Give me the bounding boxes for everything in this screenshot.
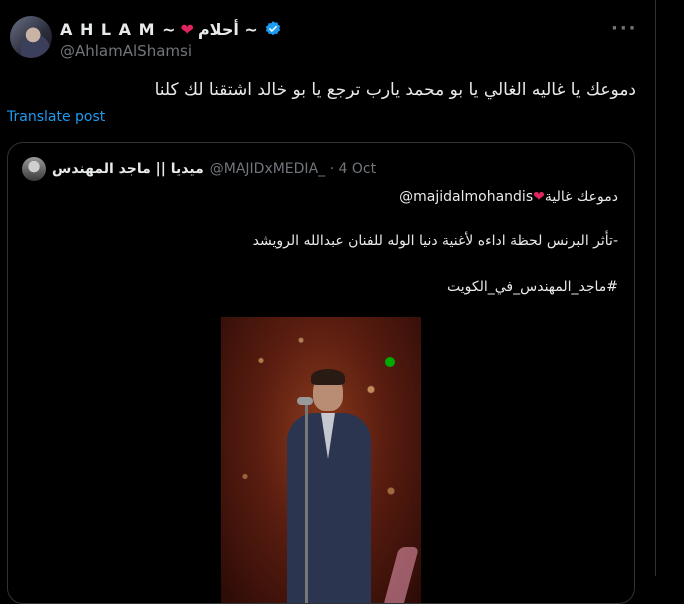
quoted-post-card[interactable]: ميديا || ماجد المهندس @MAJIDxMEDIA_ · 4 … bbox=[7, 142, 635, 604]
author-display-name-arabic[interactable]: أحلام ~ bbox=[198, 20, 258, 39]
singer-hair bbox=[311, 369, 345, 385]
video-thumbnail[interactable] bbox=[221, 317, 421, 603]
column-divider bbox=[655, 0, 656, 576]
hashtag-link[interactable]: #ماجد_المهندس_في_الكويت bbox=[447, 279, 618, 295]
heart-emoji-icon: ❤ bbox=[533, 189, 545, 205]
quoted-author-avatar[interactable] bbox=[22, 157, 46, 181]
ellipsis-icon[interactable]: ··· bbox=[611, 18, 638, 39]
author-display-name[interactable]: A H L A M ~ bbox=[60, 20, 177, 39]
overlay-badge-icon bbox=[385, 357, 395, 367]
microphone-icon bbox=[297, 397, 313, 405]
quoted-text-line-2: -تأثر البرنس لحظة اداءه لأغنية دنيا الول… bbox=[252, 233, 618, 249]
mention-link[interactable]: @majidalmohandis bbox=[399, 189, 533, 205]
quoted-text-prefix: دموعك غالية bbox=[544, 189, 618, 205]
quoted-author-name[interactable]: ميديا || ماجد المهندس bbox=[52, 161, 204, 177]
quoted-post-header: ميديا || ماجد المهندس @MAJIDxMEDIA_ · 4 … bbox=[22, 157, 376, 181]
post-text: دموعك يا غاليه الغالي يا بو محمد يارب تر… bbox=[154, 80, 636, 100]
author-name-row[interactable]: A H L A M ~ ❤ أحلام ~ bbox=[60, 17, 282, 41]
mic-stand bbox=[305, 401, 308, 603]
author-handle[interactable]: @AhlamAlShamsi bbox=[60, 42, 192, 60]
verified-badge-icon bbox=[265, 21, 280, 36]
quoted-text-line-1: دموعك غالية❤@majidalmohandis bbox=[399, 189, 618, 205]
translate-post-link[interactable]: Translate post bbox=[7, 109, 105, 125]
author-avatar[interactable] bbox=[10, 16, 52, 58]
quoted-author-handle-date[interactable]: @MAJIDxMEDIA_ · 4 Oct bbox=[210, 161, 376, 177]
heart-emoji-icon: ❤ bbox=[180, 19, 194, 39]
